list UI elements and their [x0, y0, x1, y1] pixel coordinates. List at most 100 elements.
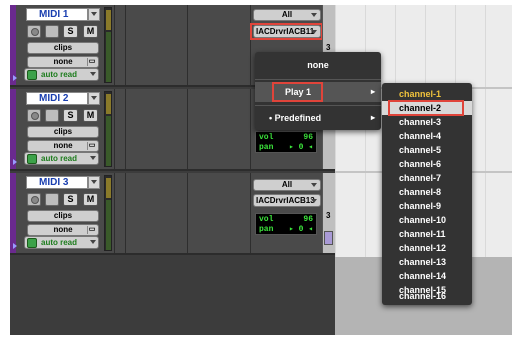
midi-input-filter-selector[interactable]: All	[253, 9, 321, 21]
menu-item-predefined[interactable]: • Predefined ▸	[255, 108, 381, 128]
playlist-icon: ▭	[87, 226, 96, 234]
volume-pan-display[interactable]: vol 96 pan ▸ 0 ◂	[255, 213, 317, 235]
input-monitor-button[interactable]	[45, 109, 59, 122]
view-selector[interactable]: clips	[27, 42, 99, 54]
channel-item-13[interactable]: channel-13	[382, 255, 472, 269]
midi-input-filter-selector[interactable]: All	[253, 179, 321, 191]
submenu-arrow-icon: ▸	[370, 113, 375, 122]
meter-segment	[106, 178, 111, 198]
menu-item-none[interactable]: none	[255, 55, 381, 75]
automation-mode-selector[interactable]: auto read	[24, 152, 99, 165]
track-name-menu-button[interactable]	[88, 92, 100, 105]
solo-button[interactable]: S	[63, 25, 78, 38]
automation-label: auto read	[41, 70, 78, 79]
channel-item-3[interactable]: channel-3	[382, 115, 472, 129]
track-name-field[interactable]: MIDI 1	[26, 8, 88, 21]
channel-item-8[interactable]: channel-8	[382, 185, 472, 199]
side-swatch	[324, 231, 333, 245]
track-name-menu-button[interactable]	[88, 176, 100, 189]
channel-item-16[interactable]: channel-16	[382, 289, 472, 303]
channel-item-4[interactable]: channel-4	[382, 129, 472, 143]
playlist-icon: ▭	[87, 58, 96, 66]
automation-icon	[27, 238, 37, 248]
automation-mode-selector[interactable]: auto read	[24, 236, 99, 249]
automation-mode-selector[interactable]: auto read	[24, 68, 99, 81]
automation-icon	[27, 70, 37, 80]
column-divider	[114, 5, 115, 85]
view-label: clips	[53, 43, 73, 52]
solo-button[interactable]: S	[63, 109, 78, 122]
channel-item-9[interactable]: channel-9	[382, 199, 472, 213]
mute-button[interactable]: M	[83, 25, 98, 38]
volume-pan-display[interactable]: vol 96 pan ▸ 0 ◂	[255, 131, 317, 153]
channel-item-12[interactable]: channel-12	[382, 241, 472, 255]
track-color-strip	[10, 89, 16, 169]
playlist-label: none	[53, 57, 73, 66]
column-divider	[114, 173, 115, 253]
chevron-down-icon	[90, 156, 96, 160]
track-color-strip	[10, 173, 16, 253]
playlist-selector[interactable]: none ▭	[27, 224, 99, 236]
pan-label: pan	[259, 143, 274, 152]
volume-label: vol	[259, 133, 274, 142]
column-divider	[187, 5, 188, 85]
playlist-selector[interactable]: none ▭	[27, 140, 99, 152]
volume-value: 96	[303, 215, 313, 224]
chevron-down-icon	[90, 240, 96, 244]
track-color-strip	[10, 5, 16, 85]
view-label: clips	[53, 211, 73, 220]
channel-item-1[interactable]: channel-1	[382, 87, 472, 101]
automation-icon	[27, 154, 37, 164]
column-divider	[250, 173, 251, 253]
input-monitor-button[interactable]	[45, 193, 59, 206]
track-level-meter	[104, 175, 112, 251]
channel-item-7[interactable]: channel-7	[382, 171, 472, 185]
channel-item-5[interactable]: channel-5	[382, 143, 472, 157]
channel-item-14[interactable]: channel-14	[382, 269, 472, 283]
playlist-icon: ▭	[87, 142, 96, 150]
record-enable-button[interactable]	[27, 193, 41, 206]
track-name-field[interactable]: MIDI 3	[26, 176, 88, 189]
track-name-menu-button[interactable]	[88, 8, 100, 21]
volume-value: 96	[303, 133, 313, 142]
midi-output-selector[interactable]: IACDrvrIACB13	[253, 194, 321, 207]
playlist-label: none	[53, 141, 73, 150]
mute-button[interactable]: M	[83, 193, 98, 206]
output-selector-highlight	[250, 23, 323, 40]
mute-button[interactable]: M	[83, 109, 98, 122]
expand-triangle-icon[interactable]	[13, 159, 17, 165]
output-popup-menu: none Play 1 ▸ • Predefined ▸	[255, 52, 381, 130]
column-divider	[125, 89, 126, 169]
view-label: clips	[53, 127, 73, 136]
automation-label: auto read	[41, 238, 78, 247]
channel-item-10[interactable]: channel-10	[382, 213, 472, 227]
automation-label: auto read	[41, 154, 78, 163]
record-enable-button[interactable]	[27, 25, 41, 38]
channel-item-11[interactable]: channel-11	[382, 227, 472, 241]
solo-button[interactable]: S	[63, 193, 78, 206]
playlist-label: none	[53, 225, 73, 234]
menu-item-label: • Predefined	[269, 113, 322, 123]
pan-value: ▸ 0 ◂	[288, 225, 313, 234]
track-name-field[interactable]: MIDI 2	[26, 92, 88, 105]
expand-triangle-icon[interactable]	[13, 243, 17, 249]
meter-segment	[106, 200, 111, 250]
pan-value: ▸ 0 ◂	[288, 143, 313, 152]
side-number: 3	[326, 211, 331, 220]
column-divider	[125, 5, 126, 85]
track-level-meter	[104, 7, 112, 83]
playlist-selector[interactable]: none ▭	[27, 56, 99, 68]
expand-triangle-icon[interactable]	[13, 75, 17, 81]
view-selector[interactable]: clips	[27, 126, 99, 138]
column-divider	[125, 173, 126, 253]
side-number: 3	[326, 43, 331, 52]
view-selector[interactable]: clips	[27, 210, 99, 222]
channel-item-6[interactable]: channel-6	[382, 157, 472, 171]
channel-submenu: channel-1 channel-2 channel-3 channel-4 …	[382, 83, 472, 305]
record-enable-button[interactable]	[27, 109, 41, 122]
pro-tools-mix-window: MIDI 1 S M clips none ▭ auto read All IAC…	[10, 5, 512, 335]
input-monitor-button[interactable]	[45, 25, 59, 38]
meter-segment	[106, 32, 111, 82]
column-divider	[250, 5, 251, 85]
meter-segment	[106, 116, 111, 166]
